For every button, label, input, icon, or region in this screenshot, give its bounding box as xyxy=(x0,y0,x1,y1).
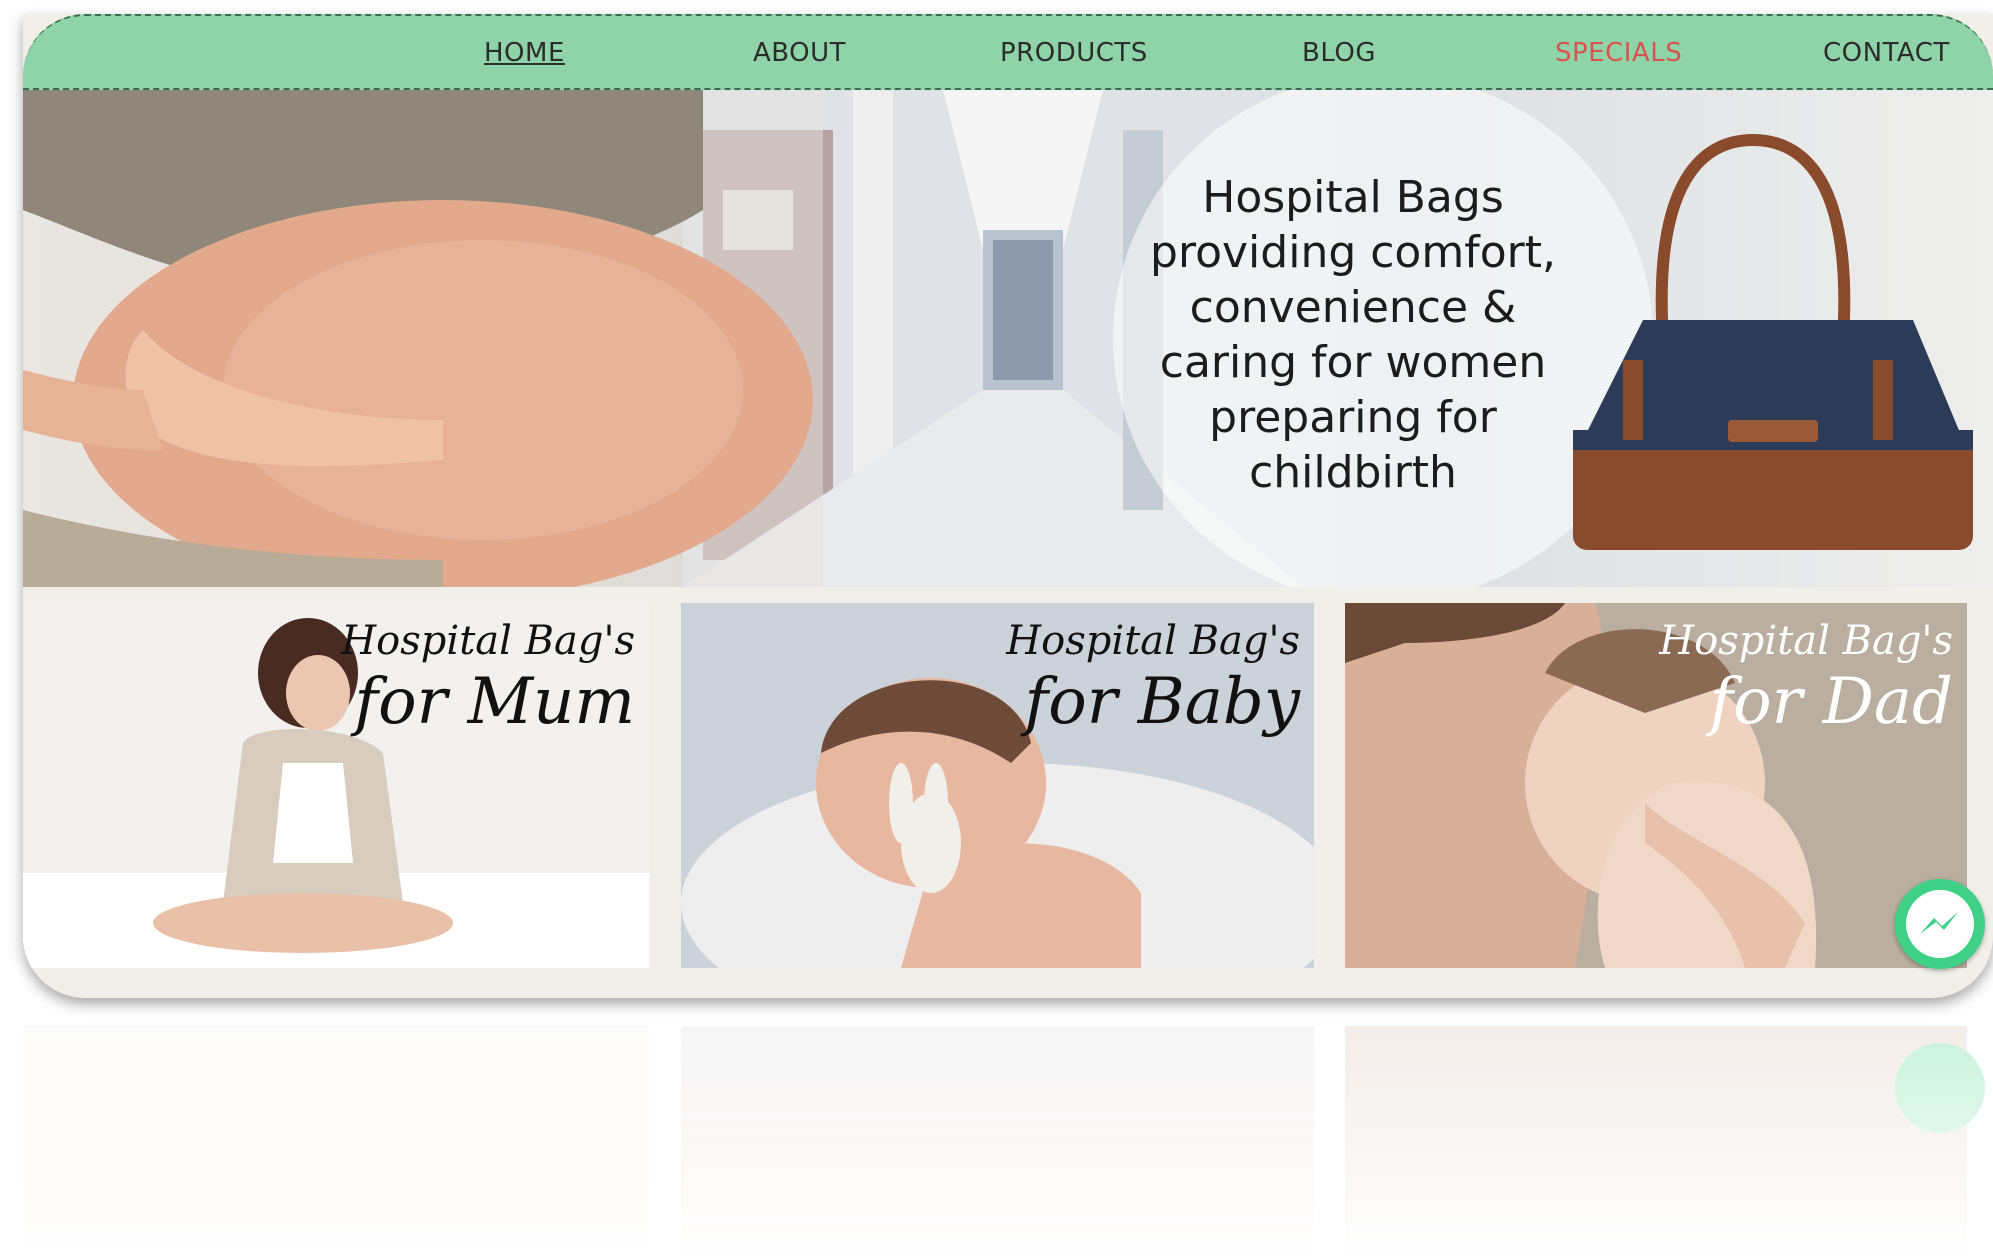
hero-tagline: Hospital Bags providing comfort, conveni… xyxy=(1093,170,1613,500)
card-dad[interactable]: Hospital Bag's for Dad xyxy=(1345,603,1967,968)
nav-about-link[interactable]: ABOUT xyxy=(753,38,846,68)
reflection-messenger xyxy=(1895,1043,1985,1133)
card-title-line: Hospital Bag's xyxy=(1659,618,1953,664)
hero-line: providing comfort, xyxy=(1150,227,1556,278)
card-dad-title: Hospital Bag's for Dad xyxy=(1659,615,1953,737)
messenger-chat-button[interactable] xyxy=(1895,879,1985,969)
reflection-baby xyxy=(681,1026,1314,1259)
hero-line: preparing for xyxy=(1209,392,1497,443)
card-baby[interactable]: Hospital Bag's for Baby xyxy=(681,603,1314,968)
nav-products-link[interactable]: PRODUCTS xyxy=(1000,38,1148,68)
nav-home-link[interactable]: HOME xyxy=(484,38,565,68)
reflection-mum xyxy=(23,1026,649,1259)
card-title-line: for Baby xyxy=(1024,665,1300,739)
hero-banner[interactable]: Hospital Bags providing comfort, conveni… xyxy=(23,90,1993,587)
card-baby-title: Hospital Bag's for Baby xyxy=(1006,615,1300,737)
hero-line: Hospital Bags xyxy=(1202,172,1504,223)
card-title-line: Hospital Bag's xyxy=(341,618,635,664)
hero-line: caring for women xyxy=(1159,337,1547,388)
card-title-line: for Mum xyxy=(354,665,635,739)
page-reflection xyxy=(23,998,1993,1259)
main-nav: HOME ABOUT PRODUCTS BLOG SPECIALS CONTAC… xyxy=(23,14,1993,90)
messenger-icon xyxy=(1906,890,1974,958)
card-mum[interactable]: Hospital Bag's for Mum xyxy=(23,603,649,968)
category-cards: Hospital Bag's for Mum Hospital Bag's fo… xyxy=(23,603,1993,968)
card-title-line: for Dad xyxy=(1709,665,1953,739)
hero-line: childbirth xyxy=(1249,447,1457,498)
pregnant-belly-image xyxy=(23,90,823,587)
hero-line: convenience & xyxy=(1189,282,1517,333)
hospital-bag-image xyxy=(1573,133,1973,550)
card-mum-title: Hospital Bag's for Mum xyxy=(341,615,635,737)
nav-blog-link[interactable]: BLOG xyxy=(1302,38,1376,68)
nav-specials-link[interactable]: SPECIALS xyxy=(1555,38,1682,68)
page-frame: HOME ABOUT PRODUCTS BLOG SPECIALS CONTAC… xyxy=(23,14,1993,998)
reflection-dad xyxy=(1345,1026,1967,1259)
nav-contact-link[interactable]: CONTACT xyxy=(1823,38,1950,68)
card-title-line: Hospital Bag's xyxy=(1006,618,1300,664)
